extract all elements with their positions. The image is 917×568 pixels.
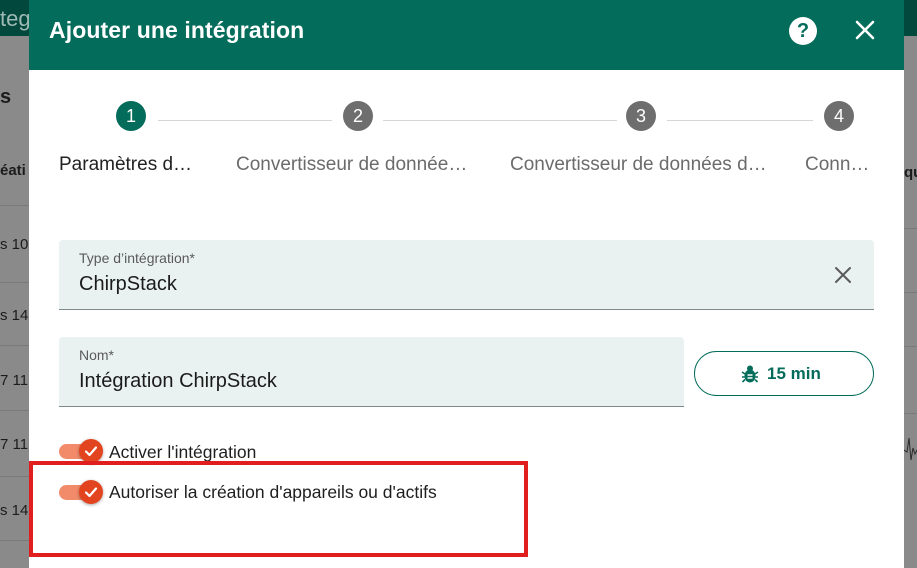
step-1-label[interactable]: Paramètres de base: [59, 154, 201, 176]
background-divider: [0, 410, 30, 411]
background-divider: [0, 205, 30, 206]
background-divider: [904, 228, 917, 229]
allow-create-devices-toggle[interactable]: [59, 476, 107, 508]
background-text: s 10:: [0, 236, 33, 253]
debug-duration-label: 15 min: [767, 364, 821, 383]
checkmark-icon: [84, 487, 98, 498]
step-connector: [158, 120, 332, 121]
toggle-thumb: [79, 439, 103, 463]
name-value: Intégration ChirpStack: [79, 370, 277, 392]
checkmark-icon: [84, 446, 98, 457]
step-2-indicator[interactable]: 2: [343, 101, 373, 131]
background-title: teg: [0, 6, 31, 31]
background-text: s: [0, 86, 12, 108]
dialog-title: Ajouter une intégration: [49, 17, 305, 43]
background-divider: [0, 476, 30, 477]
step-4-label[interactable]: Connexion: [805, 154, 870, 176]
toggle-thumb: [79, 480, 103, 504]
close-icon: [835, 267, 851, 283]
background-text: qu: [904, 164, 917, 181]
help-button[interactable]: ?: [789, 17, 817, 45]
step-3-label[interactable]: Convertisseur de données descendantes: [510, 154, 775, 176]
step-4-indicator[interactable]: 4: [824, 101, 854, 131]
name-field[interactable]: Nom* Intégration ChirpStack: [59, 337, 684, 407]
background-text: 7 11:: [0, 436, 33, 453]
background-divider: [0, 345, 30, 346]
add-integration-dialog: Ajouter une intégration ? 1 2 3 4 Paramè…: [29, 0, 904, 568]
background-text: éati: [0, 162, 26, 179]
close-icon: [855, 20, 875, 40]
background-divider: [904, 413, 917, 414]
step-connector: [667, 120, 813, 121]
background-divider: [904, 346, 917, 347]
background-divider: [904, 292, 917, 293]
background-text: 7 11:: [0, 372, 33, 389]
help-icon: ?: [796, 20, 810, 42]
step-3-indicator[interactable]: 3: [626, 101, 656, 131]
background-sparkline: [904, 437, 917, 461]
enable-integration-toggle[interactable]: [59, 435, 107, 467]
integration-type-value: ChirpStack: [79, 273, 177, 295]
step-connector: [383, 120, 617, 121]
background-divider: [0, 282, 30, 283]
integration-type-field[interactable]: Type d’intégration* ChirpStack: [59, 240, 874, 310]
enable-integration-label[interactable]: Activer l'intégration: [109, 442, 256, 463]
dialog-header: Ajouter une intégration ?: [29, 0, 904, 70]
clear-integration-type-button[interactable]: [832, 264, 854, 286]
debug-mode-button[interactable]: 15 min: [694, 351, 874, 396]
integration-type-label: Type d’intégration*: [79, 250, 195, 266]
background-text: s 14:: [0, 307, 33, 324]
step-1-indicator[interactable]: 1: [116, 101, 146, 131]
name-label: Nom*: [79, 347, 115, 363]
background-text: s 14:: [0, 502, 33, 519]
bug-icon: [741, 365, 759, 383]
background-divider: [0, 540, 30, 541]
allow-create-devices-label[interactable]: Autoriser la création d'appareils ou d'a…: [109, 482, 437, 503]
close-button[interactable]: [851, 16, 879, 44]
step-2-label[interactable]: Convertisseur de données de liaison mont…: [236, 154, 472, 176]
